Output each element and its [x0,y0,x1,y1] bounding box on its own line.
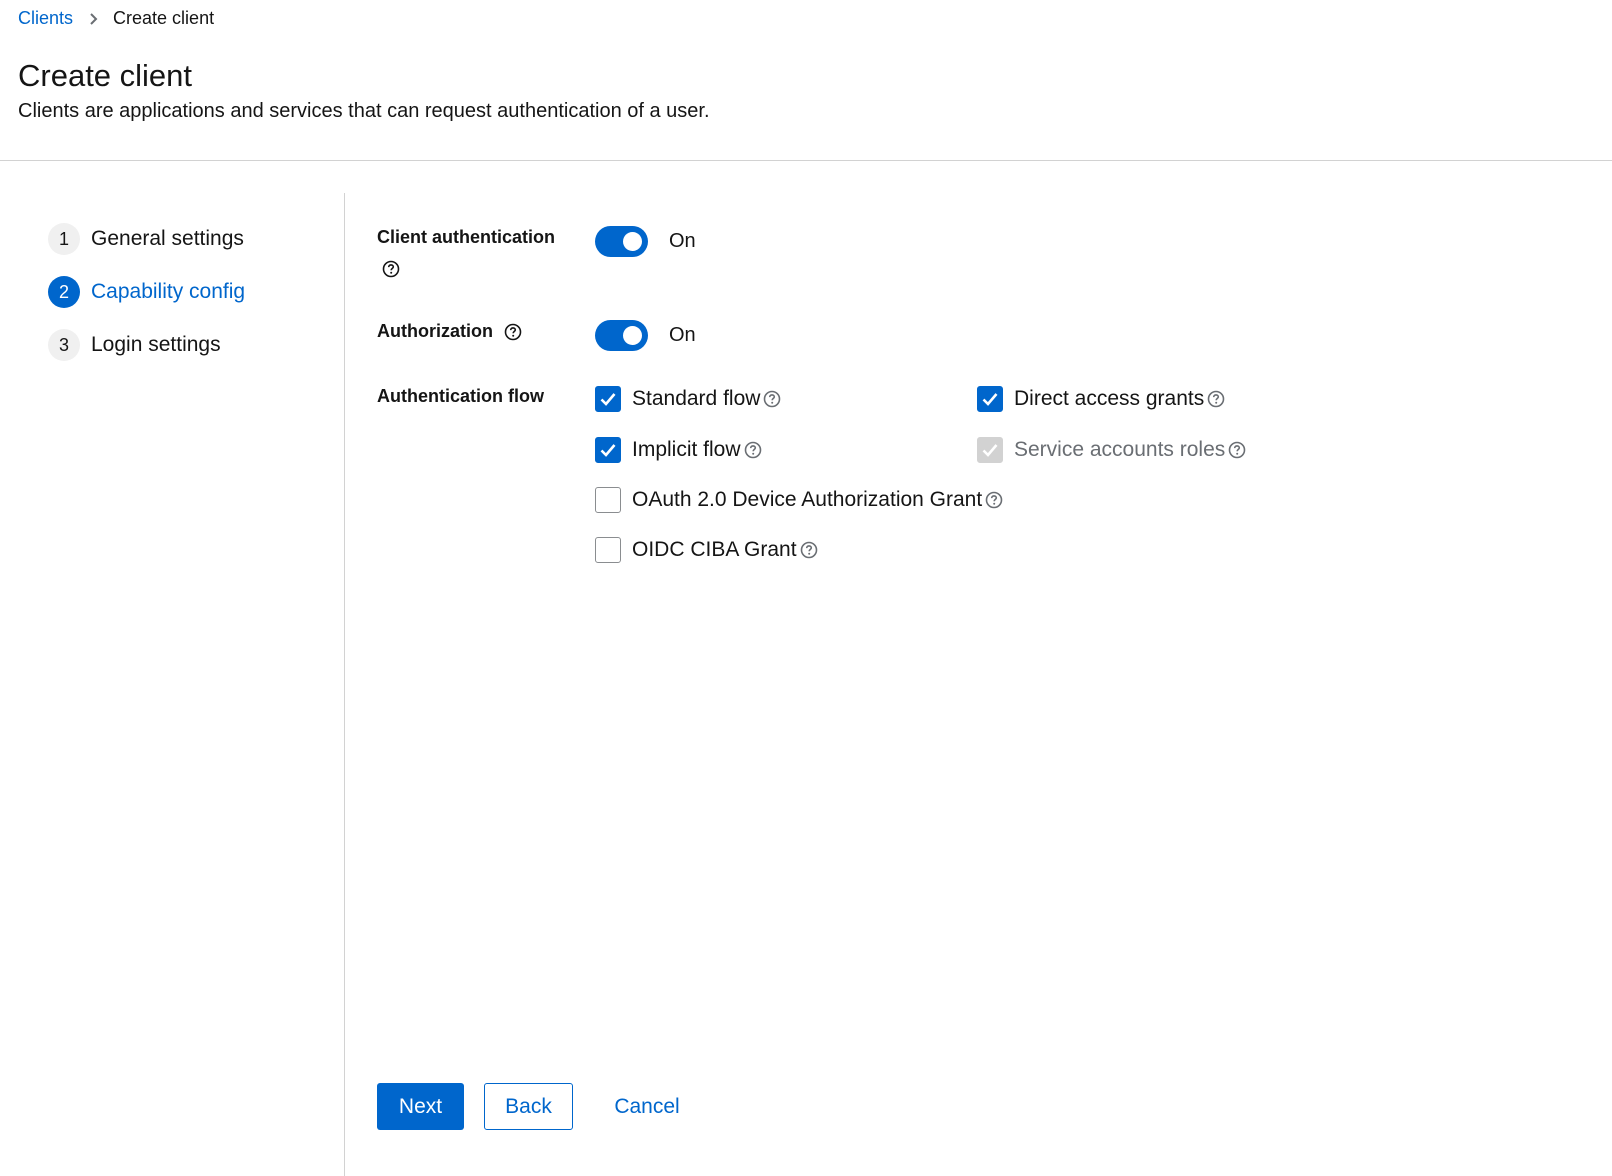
help-icon[interactable] [744,441,762,459]
client-authentication-toggle[interactable] [595,226,648,257]
help-icon[interactable] [1228,441,1246,459]
step-label: General settings [91,227,244,250]
toggle-knob [623,232,642,251]
standard-flow-label: Standard flow [632,387,761,410]
help-icon[interactable] [800,541,818,559]
toggle-knob [623,326,642,345]
next-button[interactable]: Next [377,1083,464,1130]
client-authentication-label-text: Client authentication [377,227,556,247]
direct-access-grants-option: Direct access grants [977,384,1225,414]
help-icon[interactable] [763,390,781,408]
client-authentication-label: Client authentication [377,227,555,248]
step-login-settings[interactable]: 3 Login settings [48,328,245,362]
oidc-ciba-grant-label: OIDC CIBA Grant [632,538,797,561]
step-number: 2 [48,276,80,308]
service-accounts-roles-checkbox [977,437,1003,463]
step-general-settings[interactable]: 1 General settings [48,222,245,256]
authorization-toggle[interactable] [595,320,648,351]
standard-flow-option: Standard flow [595,384,781,414]
oidc-ciba-grant-option: OIDC CIBA Grant [595,535,818,565]
page-description: Clients are applications and services th… [18,100,710,122]
breadcrumb-current: Create client [113,8,215,28]
oauth-device-grant-label: OAuth 2.0 Device Authorization Grant [632,488,983,511]
implicit-flow-checkbox[interactable] [595,437,621,463]
page-title: Create client [18,58,193,93]
step-number: 3 [48,329,80,361]
help-icon[interactable] [1207,390,1225,408]
authentication-flow-label: Authentication flow [377,386,544,406]
back-button[interactable]: Back [484,1083,573,1130]
step-number: 1 [48,223,80,255]
wizard-steps: 1 General settings 2 Capability config 3… [48,222,245,381]
standard-flow-checkbox[interactable] [595,386,621,412]
service-accounts-roles-label: Service accounts roles [1014,438,1226,461]
chevron-right-icon [87,12,99,25]
header-divider [0,160,1612,161]
wizard-divider [344,193,345,1176]
oauth-device-grant-checkbox[interactable] [595,487,621,513]
breadcrumb: Clients Create client [18,8,214,29]
implicit-flow-option: Implicit flow [595,435,762,465]
help-icon[interactable] [504,323,522,341]
implicit-flow-label: Implicit flow [632,438,741,461]
help-icon[interactable] [985,491,1003,509]
authorization-label: Authorization [377,321,522,342]
step-label: Login settings [91,333,221,356]
client-authentication-state: On [669,230,696,252]
authorization-state: On [669,324,696,346]
help-icon[interactable] [382,260,400,278]
oidc-ciba-grant-checkbox[interactable] [595,537,621,563]
step-capability-config[interactable]: 2 Capability config [48,275,245,309]
cancel-button[interactable]: Cancel [596,1083,698,1130]
breadcrumb-clients-link[interactable]: Clients [18,8,73,29]
direct-access-grants-checkbox[interactable] [977,386,1003,412]
direct-access-grants-label: Direct access grants [1014,387,1205,410]
authorization-label-text: Authorization [377,321,493,341]
oauth-device-grant-option: OAuth 2.0 Device Authorization Grant [595,485,1003,515]
step-label: Capability config [91,280,246,303]
service-accounts-roles-option: Service accounts roles [977,435,1246,465]
